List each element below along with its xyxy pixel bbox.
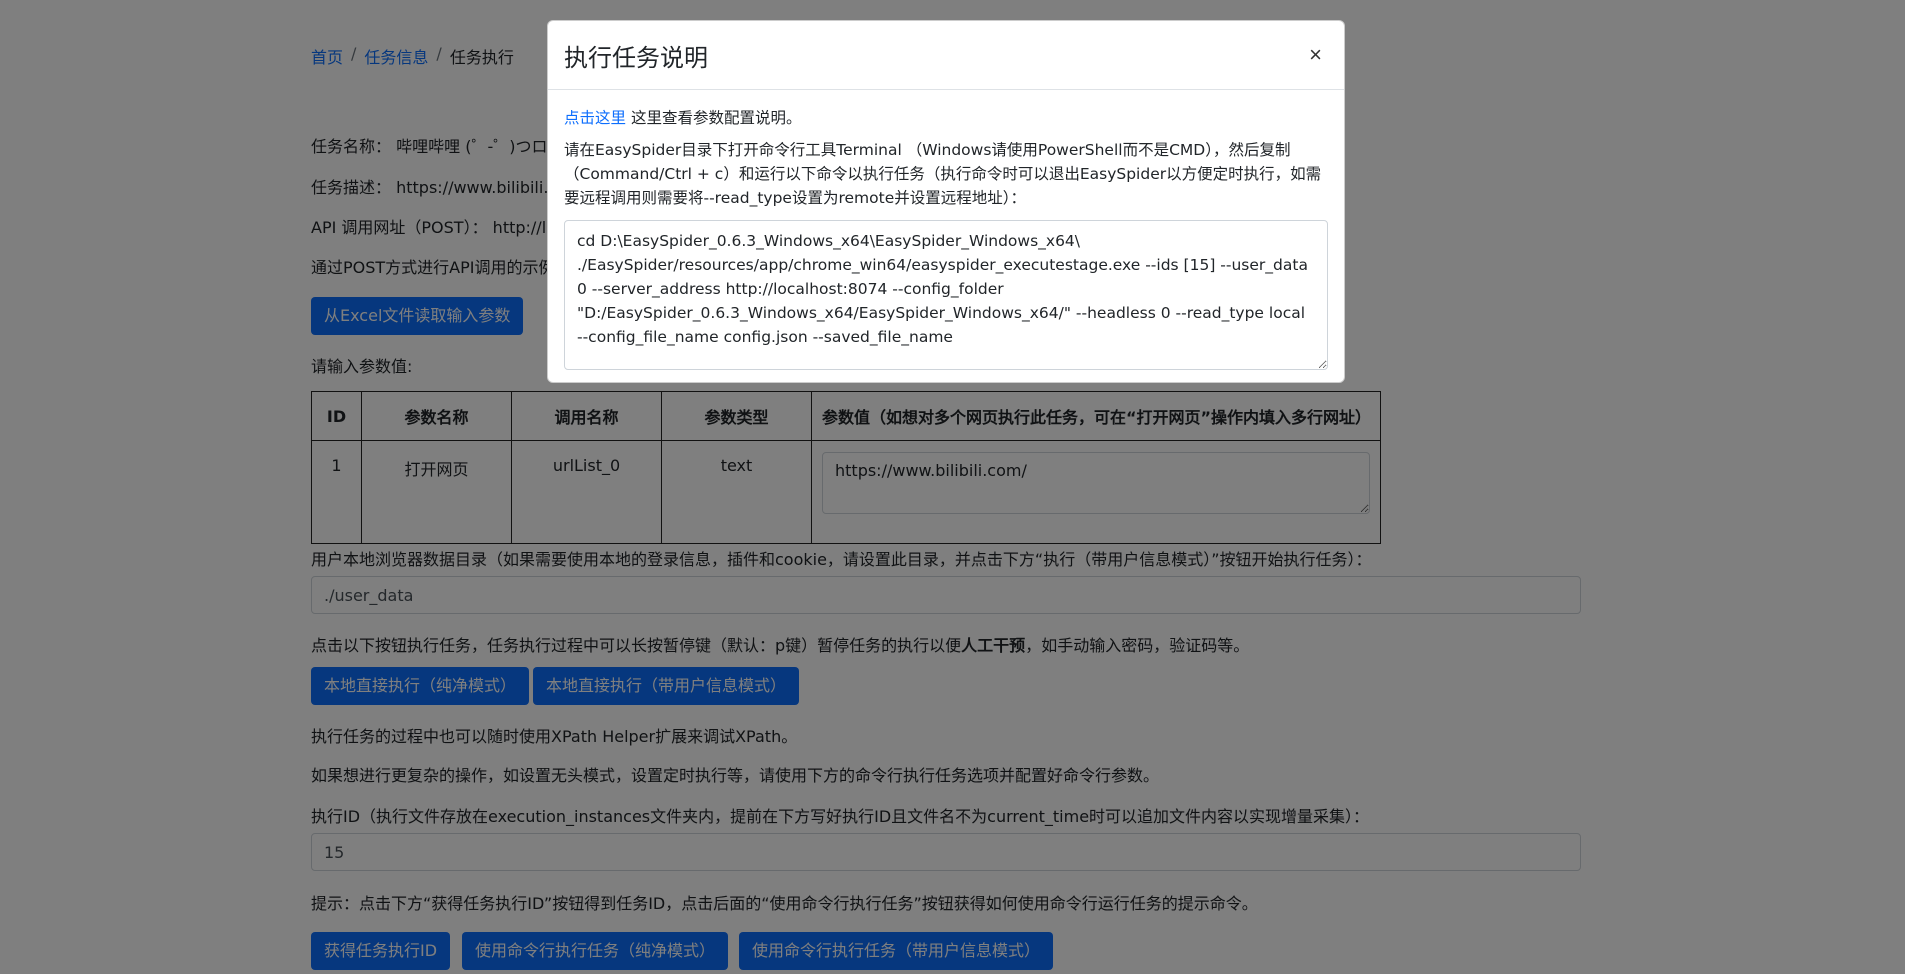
instruction-text: 请在EasySpider目录下打开命令行工具Terminal （Windows请… (564, 141, 1322, 207)
command-textarea[interactable]: cd D:\EasySpider_0.6.3_Windows_x64\EasyS… (564, 220, 1328, 370)
help-link-suffix: 这里查看参数配置说明。 (626, 109, 802, 127)
help-link-row: 点击这里 这里查看参数配置说明。 (564, 106, 1328, 130)
execution-instructions-modal: 执行任务说明 × 点击这里 这里查看参数配置说明。 请在EasySpider目录… (547, 20, 1345, 383)
modal-body: 点击这里 这里查看参数配置说明。 请在EasySpider目录下打开命令行工具T… (548, 90, 1344, 393)
modal-title: 执行任务说明 (564, 43, 708, 72)
help-link[interactable]: 点击这里 (564, 109, 626, 127)
close-button[interactable]: × (1303, 41, 1328, 69)
modal-header: 执行任务说明 × (548, 21, 1344, 90)
